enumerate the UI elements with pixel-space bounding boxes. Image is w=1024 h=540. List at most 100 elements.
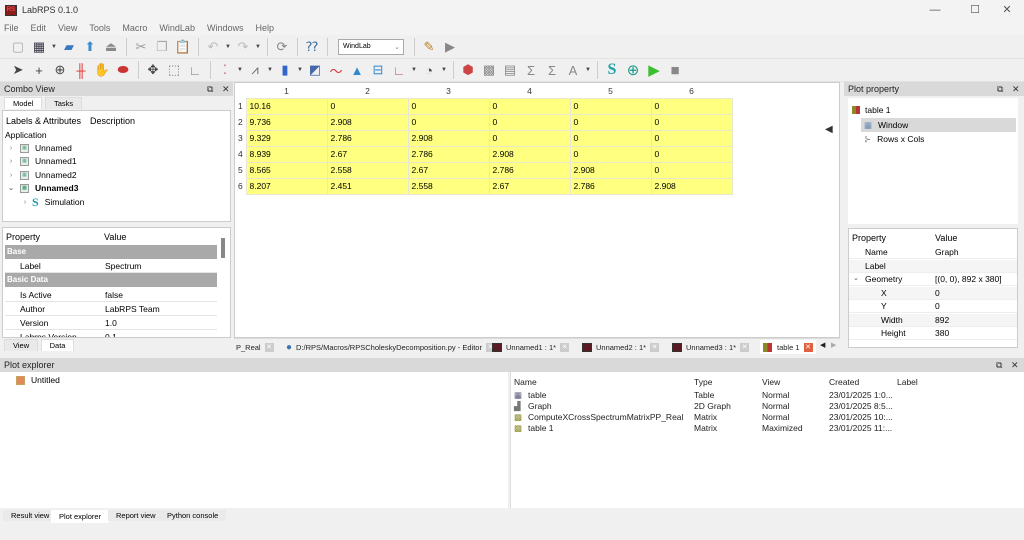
maximize-button[interactable]: ☐ — [958, 0, 992, 20]
matrix-cell[interactable]: 2.558 — [407, 177, 490, 195]
plot-property-row[interactable]: ⌄ Geometry [(0, 0), 892 x 380] — [849, 273, 1017, 286]
zoom-rect-icon[interactable]: ⬚ — [164, 60, 184, 80]
property-row[interactable]: Author LabRPS Team — [5, 302, 217, 316]
matrix-cell[interactable]: 0 — [488, 97, 571, 115]
group-base[interactable]: Base — [5, 245, 217, 259]
matrix-cell[interactable]: 0 — [650, 129, 733, 147]
property-row[interactable]: Labrps Version 0.1 — [5, 330, 217, 338]
tab-report-view[interactable]: Report view — [108, 510, 164, 521]
doc-tab-unnamed2[interactable]: Unnamed2 : 1* ✕ — [582, 340, 660, 354]
menu-view[interactable]: View — [58, 23, 77, 33]
doc-tab-table1[interactable]: table 1 ✕ — [760, 340, 816, 354]
tree-item-window[interactable]: ▦ Window — [861, 118, 1016, 132]
eraser-icon[interactable]: ⬬ — [113, 60, 133, 80]
matrix-cell[interactable]: 2.451 — [326, 177, 409, 195]
chevron-down-icon[interactable]: ⌄ — [853, 274, 859, 282]
tree-item-unnamed2[interactable]: › ▦ Unnamed2 — [6, 168, 77, 182]
chevron-right-icon[interactable]: › — [20, 199, 30, 206]
column-header-view[interactable]: View — [762, 377, 780, 387]
matrix-cell[interactable]: 8.565 — [245, 161, 328, 179]
menu-macro[interactable]: Macro — [122, 23, 147, 33]
property-value[interactable]: 0 — [935, 288, 940, 298]
chevron-down-icon[interactable]: ⌄ — [6, 184, 16, 192]
cut-icon[interactable]: ✂ — [131, 37, 151, 57]
menu-windows[interactable]: Windows — [207, 23, 244, 33]
matrix-cell[interactable]: 2.908 — [650, 177, 733, 195]
new-document-icon[interactable]: ▢ — [8, 37, 28, 57]
special-plot-icon[interactable]: ∟ — [389, 60, 409, 80]
tab-result-view[interactable]: Result view — [3, 510, 58, 521]
property-value[interactable]: Graph — [935, 247, 959, 257]
copy-icon[interactable]: ❐ — [152, 37, 172, 57]
sum-row-icon[interactable]: Ʃ — [542, 60, 562, 80]
close-tab-icon[interactable]: ✕ — [560, 342, 570, 352]
matrix-cell[interactable]: 2.786 — [569, 177, 652, 195]
redo-icon[interactable]: ↷ — [233, 37, 253, 57]
new-table-icon[interactable]: ▦ — [29, 37, 49, 57]
property-row[interactable]: Label Spectrum — [5, 259, 217, 273]
menu-edit[interactable]: Edit — [31, 23, 47, 33]
add-feature-icon[interactable]: ⊕ — [623, 60, 643, 80]
bar-chart-icon[interactable]: ▮ — [275, 60, 295, 80]
tree-item-simulation[interactable]: › S Simulation — [20, 195, 85, 209]
column-header[interactable]: 6 — [651, 84, 732, 98]
column-header[interactable]: 2 — [327, 84, 408, 98]
matrix-cell[interactable]: 0 — [650, 145, 733, 163]
property-row[interactable]: Version 1.0 — [5, 316, 217, 330]
menu-windlab[interactable]: WindLab — [159, 23, 195, 33]
minimize-button[interactable]: — — [918, 0, 952, 20]
dropdown-arrow-icon[interactable]: ▼ — [410, 60, 418, 80]
column-header[interactable]: 1 — [246, 84, 327, 98]
close-panel-icon[interactable]: ✕ — [1012, 82, 1020, 96]
scatter-plot-icon[interactable]: ⁚ — [215, 60, 235, 80]
3d-grid-icon[interactable]: ▩ — [479, 60, 499, 80]
tab-data[interactable]: Data — [40, 339, 75, 351]
matrix-cell[interactable]: 2.908 — [326, 113, 409, 131]
tab-plot-explorer[interactable]: Plot explorer — [51, 510, 110, 523]
close-button[interactable]: ✕ — [990, 0, 1024, 20]
matrix-cell[interactable]: 2.67 — [407, 161, 490, 179]
doc-tab-real[interactable]: P_Real ✕ — [236, 340, 274, 354]
property-value[interactable]: Spectrum — [101, 261, 141, 271]
redo-dropdown-icon[interactable]: ▼ — [254, 37, 262, 57]
tab-python-console[interactable]: Python console — [159, 510, 227, 521]
undock-icon[interactable]: ⧉ — [207, 82, 213, 96]
matrix-cell[interactable]: 0 — [407, 113, 490, 131]
row-header[interactable]: 2 — [236, 114, 246, 130]
property-value[interactable]: 892 — [935, 315, 949, 325]
folder-item[interactable]: Untitled — [16, 373, 60, 387]
tree-item-rows-cols[interactable]: ⊱ Rows x Cols — [864, 132, 924, 146]
column-header-label[interactable]: Label — [897, 377, 918, 387]
plot-item-row[interactable]: ▟ Graph 2D Graph Normal 23/01/2025 8:5... — [511, 401, 1021, 412]
font-icon[interactable]: A — [563, 60, 583, 80]
column-header[interactable]: 4 — [489, 84, 570, 98]
refresh-icon[interactable]: ⟳ — [272, 37, 292, 57]
matrix-cell[interactable]: 2.786 — [488, 161, 571, 179]
tree-item-unnamed3[interactable]: ⌄ ▦ Unnamed3 — [6, 181, 78, 195]
chevron-right-icon[interactable]: › — [6, 158, 16, 165]
pointer-icon[interactable]: ➤ — [8, 60, 28, 80]
close-tab-icon[interactable]: ✕ — [740, 342, 750, 352]
group-basic-data[interactable]: Basic Data — [5, 273, 217, 287]
matrix-cell[interactable]: 0 — [569, 129, 652, 147]
matrix-cell[interactable]: 2.67 — [326, 145, 409, 163]
area-plot-icon[interactable]: ◩ — [305, 60, 325, 80]
matrix-cell[interactable]: 2.908 — [569, 161, 652, 179]
property-value[interactable]: 0.1 — [101, 332, 117, 338]
column-header[interactable]: 5 — [570, 84, 651, 98]
row-header[interactable]: 1 — [236, 98, 246, 114]
undock-icon[interactable]: ⧉ — [997, 82, 1003, 96]
doc-tab-editor[interactable]: ● D:/RPS/Macros/RPSCholeskyDecomposition.… — [286, 340, 495, 354]
menu-file[interactable]: File — [4, 23, 19, 33]
matrix-cell[interactable]: 2.908 — [407, 129, 490, 147]
whats-this-help-icon[interactable]: ⁇ — [302, 37, 322, 57]
property-value[interactable]: 0 — [935, 301, 940, 311]
column-header-name[interactable]: Name — [514, 377, 537, 387]
row-header[interactable]: 4 — [236, 146, 246, 162]
matrix-cell[interactable]: 0 — [569, 113, 652, 131]
column-header[interactable]: 3 — [408, 84, 489, 98]
line-plot-icon[interactable]: ⩘ — [245, 60, 265, 80]
close-tab-icon[interactable]: ✕ — [264, 342, 274, 352]
open-folder-icon[interactable]: ▰ — [59, 37, 79, 57]
tree-root-application[interactable]: Application — [5, 130, 47, 140]
